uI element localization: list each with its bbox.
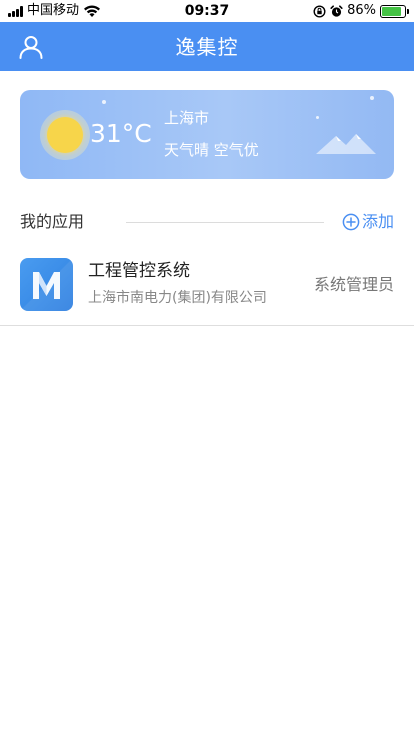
alarm-icon: [330, 4, 343, 17]
app-list-item[interactable]: 工程管控系统 上海市南电力(集团)有限公司 系统管理员: [0, 246, 414, 326]
battery-percent: 86%: [347, 3, 376, 18]
battery-level: [382, 6, 401, 16]
mountain-icon: [316, 134, 376, 154]
app-name: 工程管控系统: [88, 261, 190, 281]
sparkle-decoration: [102, 100, 106, 104]
weather-card: 31°C 上海市 天气晴 空气优: [20, 90, 394, 179]
status-right: 86%: [313, 3, 409, 19]
orientation-lock-icon: [313, 4, 326, 18]
sparkle-decoration: [316, 116, 319, 119]
section-title: 我的应用: [20, 212, 85, 231]
m-app-icon: [20, 258, 73, 311]
weather-description: 天气晴 空气优: [164, 141, 259, 159]
sparkle-decoration: [370, 96, 374, 100]
plus-circle-icon: [342, 213, 360, 231]
city-name: 上海市: [164, 109, 210, 127]
add-app-button[interactable]: 添加: [342, 210, 394, 234]
add-label: 添加: [361, 212, 394, 231]
my-apps-header: 我的应用 添加: [20, 210, 394, 234]
status-bar: 中国移动 09:37 86%: [0, 0, 414, 22]
app-role: 系统管理员: [313, 275, 394, 294]
nav-bar: 逸集控: [0, 22, 414, 71]
section-divider: [126, 222, 324, 223]
temperature: 31°C: [90, 119, 152, 148]
battery-icon: [380, 4, 409, 18]
sun-icon: [47, 117, 83, 153]
app-company: 上海市南电力(集团)有限公司: [88, 290, 267, 306]
page-title: 逸集控: [175, 35, 239, 59]
